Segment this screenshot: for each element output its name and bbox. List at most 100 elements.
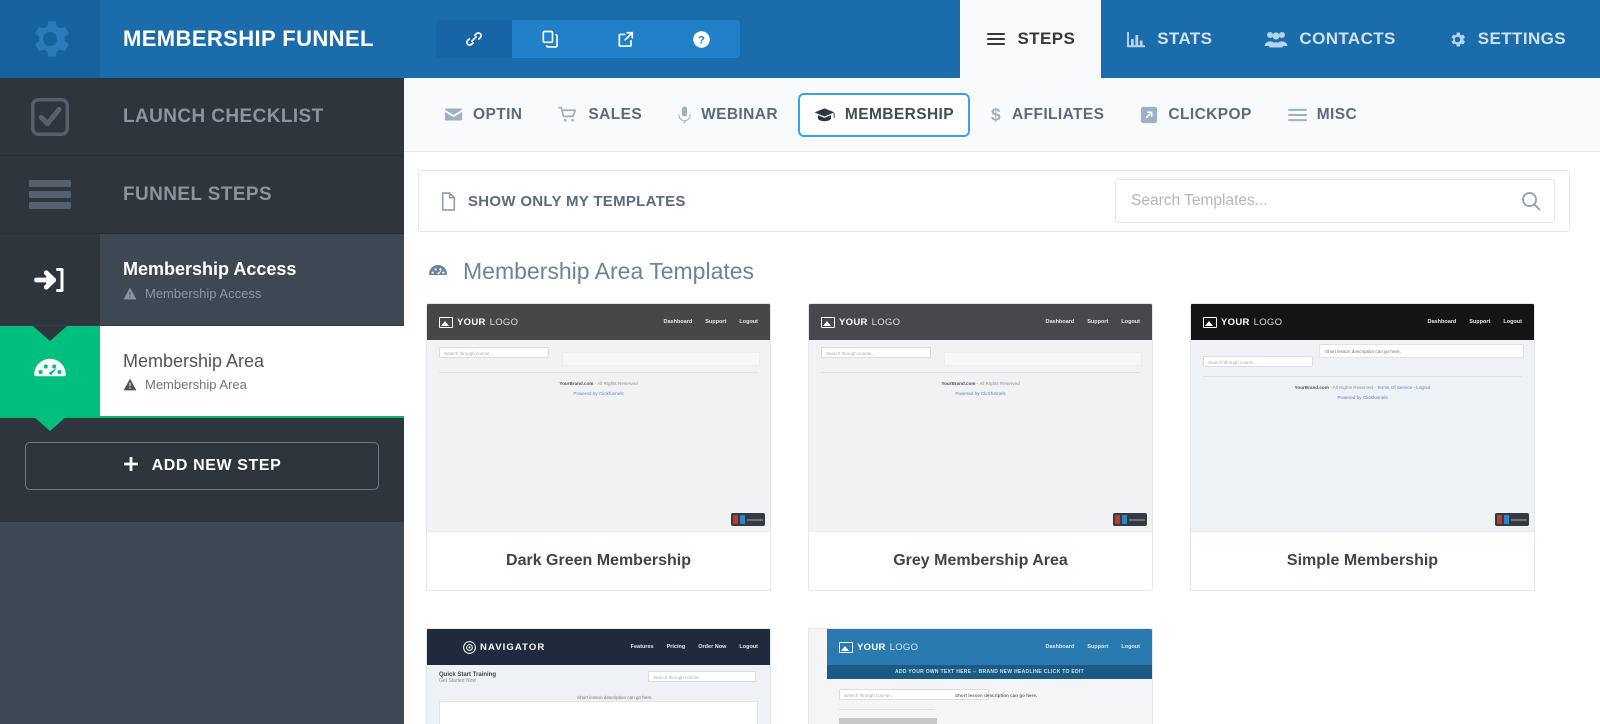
mock-nav-link: Order Now [698,644,727,650]
file-icon [441,191,456,211]
template-card[interactable]: YOUR LOGO Dashboard Support Logout [808,628,1153,724]
tab-webinar[interactable]: WEBINAR [662,93,794,137]
cart-icon [558,106,578,123]
add-new-step-button[interactable]: ADD NEW STEP [25,442,379,490]
thumb-mock-page: YOUR LOGO Dashboard Support Logout [809,304,1152,531]
body: LAUNCH CHECKLIST FUNNEL STEPS Membership… [0,78,1600,724]
users-icon [1264,30,1288,48]
top-nav-item-contacts[interactable]: CONTACTS [1238,0,1421,78]
popup-icon [1140,106,1158,124]
mock-footer-brand: YourBrand.com [559,381,594,386]
mock-nav-link: Logout [1121,644,1140,650]
external-link-icon-button[interactable] [587,20,664,58]
mock-footer: YourBrand.com - All Rights Reserved [941,381,1020,386]
tab-misc[interactable]: MISC [1272,93,1373,137]
mock-logo: YOUR LOGO [439,316,518,328]
mock-nav-link: Logout [1503,319,1522,325]
template-thumbnail: NAVIGATOR Features Pricing Order Now Log… [427,629,770,724]
tab-label: WEBINAR [701,105,778,123]
mock-nav-link: Logout [1121,319,1140,325]
template-preview-badge [731,513,765,526]
mock-logo-text: NAVIGATOR [480,641,546,653]
template-card[interactable]: YOUR LOGO Dashboard Support Logout [808,303,1153,591]
copy-icon-button[interactable] [511,20,588,58]
sidebar-step-membership-area[interactable]: Membership Area Membership Area [0,326,404,418]
show-only-my-templates-label: SHOW ONLY MY TEMPLATES [468,192,686,210]
tab-membership[interactable]: MEMBERSHIP [797,92,970,137]
external-link-icon [618,31,633,47]
mock-nav-link: Support [1469,319,1491,325]
tab-clickpop[interactable]: CLICKPOP [1124,93,1267,137]
mock-nav-link: Dashboard [1045,319,1075,325]
bar-chart-icon [1127,31,1146,48]
link-icon [465,32,482,46]
hamburger-icon [986,31,1006,47]
mock-desc-bar: Short lesson description can go here. [1319,344,1524,358]
top-nav-item-stats[interactable]: STATS [1101,0,1238,78]
bars-icon [1287,108,1307,122]
search-templates-container [1115,179,1555,223]
add-new-step-label: ADD NEW STEP [151,457,282,474]
thumb-mock-page: YOUR LOGO Dashboard Support Logout [827,629,1152,724]
gear-icon [35,21,69,57]
mock-logo-text: YOUR [1221,316,1250,328]
app-logo[interactable] [0,0,100,78]
mock-logo: YOUR LOGO [839,641,919,653]
mock-nav-link: Pricing [666,644,686,650]
mock-image-placeholder: 350 x 150 [839,718,937,724]
mock-powered-by: Powered by Clickfunnels [573,391,624,396]
top-nav-item-steps[interactable]: STEPS [960,0,1102,78]
mock-footer-brand: YourBrand.com [1294,385,1329,390]
search-templates-input[interactable] [1115,179,1555,223]
tab-label: MEMBERSHIP [844,105,954,123]
tab-sales[interactable]: SALES [542,93,658,137]
mock-logo-light: LOGO [871,316,901,328]
image-icon [821,316,835,328]
show-only-my-templates-button[interactable]: SHOW ONLY MY TEMPLATES [441,191,686,211]
main-panel: OPTIN SALES WEBINAR MEMBERSHIP $ AFFILIA… [404,78,1600,724]
copy-icon [542,30,558,48]
template-card[interactable]: NAVIGATOR Features Pricing Order Now Log… [426,628,771,724]
sidebar-step-membership-access[interactable]: Membership Access Membership Access [0,234,404,326]
dashboard-icon [0,326,100,416]
top-nav-label: SETTINGS [1477,29,1566,48]
search-icon[interactable] [1521,191,1541,211]
template-card[interactable]: YOUR LOGO Dashboard Support Logout [426,303,771,591]
sidebar-nav: LAUNCH CHECKLIST FUNNEL STEPS Membership… [0,78,404,522]
compass-icon [463,640,476,654]
top-nav-item-settings[interactable]: SETTINGS [1422,0,1600,78]
envelope-icon [444,107,463,122]
mock-logo-light: LOGO [889,641,919,653]
sidebar-launch-checklist-label: LAUNCH CHECKLIST [123,105,324,127]
mock-nav-link: Dashboard [663,319,693,325]
tab-affiliates[interactable]: $ AFFILIATES [974,93,1120,137]
sidebar-item-funnel-steps[interactable]: FUNNEL STEPS [0,156,404,234]
template-thumbnail: YOUR LOGO Dashboard Support Logout [809,304,1152,532]
template-filter-bar: SHOW ONLY MY TEMPLATES [418,170,1570,232]
dashboard-icon [426,260,450,284]
template-card[interactable]: YOUR LOGO Dashboard Support Logout [1190,303,1535,591]
dollar-icon: $ [990,105,1002,124]
template-browser: SHOW ONLY MY TEMPLATES Search Templates.… [404,152,1600,724]
tab-optin[interactable]: OPTIN [428,93,538,137]
step-name: Membership Area [123,350,265,371]
mock-powered-by: Powered by Clickfunnels [955,391,1006,396]
graduation-cap-icon [814,107,835,123]
mock-nav-link: Logout [739,644,758,650]
step-subtitle: Membership Area [145,377,247,393]
template-preview-badge [1495,513,1529,526]
help-icon-button[interactable]: ? [663,20,740,58]
mock-logo-text: YOUR [839,316,868,328]
top-nav-label: CONTACTS [1299,29,1396,48]
sidebar-item-launch-checklist[interactable]: LAUNCH CHECKLIST [0,78,404,156]
svg-text:$: $ [991,106,1001,124]
top-nav-label: STATS [1157,29,1213,48]
checkbox-icon [0,78,100,155]
svg-text:?: ? [698,34,705,46]
mock-nav-link: Dashboard [1427,319,1457,325]
link-icon-button[interactable] [435,20,512,58]
sidebar: LAUNCH CHECKLIST FUNNEL STEPS Membership… [0,78,404,724]
mock-footer: YourBrand.com - All Rights Reserved - Te… [1294,385,1431,390]
thumb-mock-page: NAVIGATOR Features Pricing Order Now Log… [427,629,770,724]
step-name: Membership Access [123,259,297,280]
